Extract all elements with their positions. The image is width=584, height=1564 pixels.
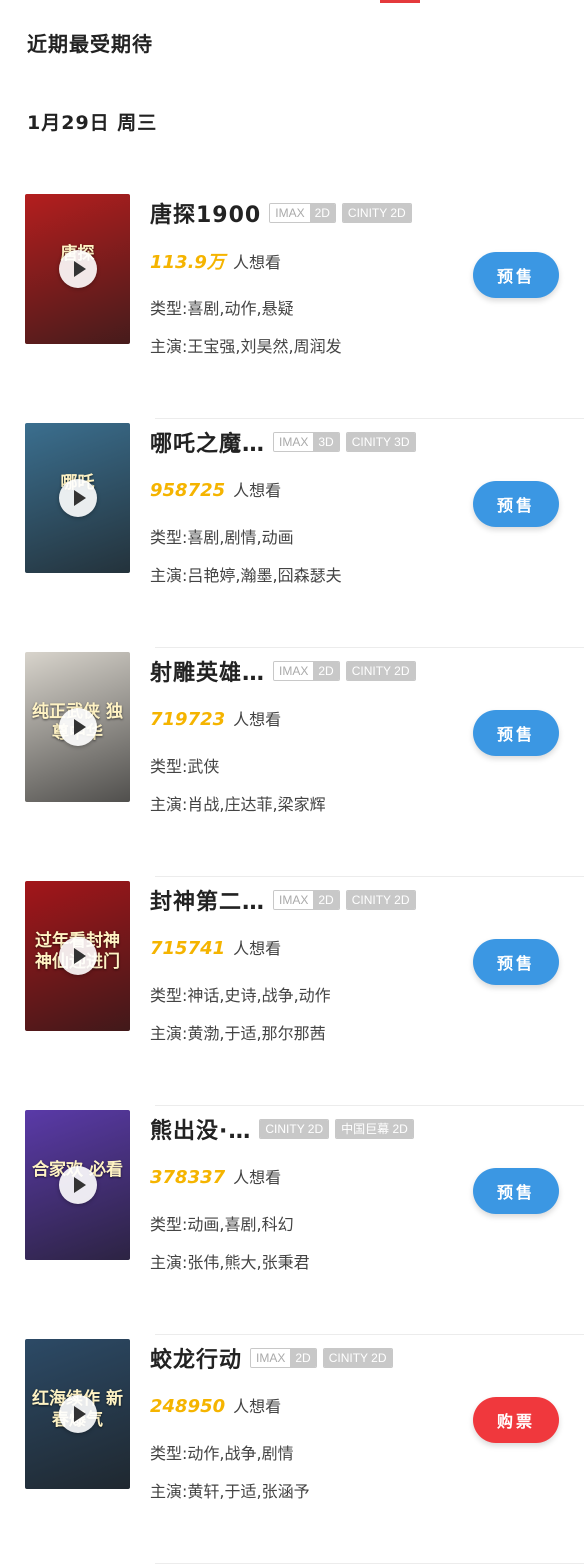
want-count: 958725 xyxy=(150,480,226,501)
format-tag-dimension: 2D xyxy=(290,1349,316,1367)
movie-cast: 主演:王宝强,刘昊然,周润发 xyxy=(150,337,342,356)
format-tag: CINITY 2D xyxy=(322,1348,393,1368)
movie-title[interactable]: 熊出没·… xyxy=(150,1113,251,1145)
format-tag-label: IMAX xyxy=(270,204,310,222)
format-tag: CINITY 2D xyxy=(341,203,412,223)
play-icon[interactable] xyxy=(59,479,97,517)
movie-poster[interactable]: 唐探 xyxy=(25,194,130,344)
movie-item[interactable]: 红海续作 新春爆气蛟龙行动 IMAX2D CINITY 2D 248950 人想看类型:… xyxy=(0,1335,584,1564)
format-tag: CINITY 2D xyxy=(345,661,416,681)
top-tab-indicator xyxy=(380,0,420,3)
want-count: 113.9万 xyxy=(150,252,225,273)
format-tag-label: CINITY 2D xyxy=(342,204,411,222)
play-icon[interactable] xyxy=(59,708,97,746)
movie-poster[interactable]: 红海续作 新春爆气 xyxy=(25,1339,130,1489)
format-tag: IMAX 2D xyxy=(273,890,340,910)
movie-cast: 主演:吕艳婷,瀚墨,囧森瑟夫 xyxy=(150,566,342,585)
want-label: 人想看 xyxy=(233,939,282,958)
movie-genre: 类型:神话,史诗,战争,动作 xyxy=(150,986,331,1005)
movie-cast: 主演:张伟,熊大,张秉君 xyxy=(150,1253,310,1272)
format-tag-label: 中国巨幕 2D xyxy=(336,1120,413,1138)
movie-title-row: 熊出没·… CINITY 2D 中国巨幕 2D xyxy=(150,1114,420,1144)
movie-title[interactable]: 蛟龙行动 xyxy=(150,1342,242,1374)
format-tag-label: IMAX xyxy=(251,1349,291,1367)
want-to-see: 719723 人想看 xyxy=(150,706,281,730)
format-tag-dimension: 3D xyxy=(313,433,339,451)
section-title: 近期最受期待 xyxy=(27,32,153,56)
want-count: 378337 xyxy=(150,1167,226,1188)
buy-ticket-button[interactable]: 购票 xyxy=(473,1397,559,1443)
want-label: 人想看 xyxy=(233,1397,282,1416)
want-to-see: 378337 人想看 xyxy=(150,1164,281,1188)
movie-genre: 类型:武侠 xyxy=(150,757,220,776)
format-tag: IMAX 2D xyxy=(273,661,340,681)
format-tag-dimension: 2D xyxy=(309,204,335,222)
movie-poster[interactable]: 过年看封神 神仙迎进门 xyxy=(25,881,130,1031)
play-icon[interactable] xyxy=(59,1166,97,1204)
format-tag: CINITY 3D xyxy=(345,432,416,452)
movie-title[interactable]: 射雕英雄… xyxy=(150,655,265,687)
want-to-see: 248950 人想看 xyxy=(150,1393,281,1417)
want-count: 715741 xyxy=(150,938,226,959)
movie-title-row: 唐探1900 IMAX 2D CINITY 2D xyxy=(150,198,418,228)
movie-item[interactable]: 哪吒哪吒之魔… IMAX3D CINITY 3D 958725 人想看类型:喜剧,剧情,… xyxy=(0,419,584,648)
format-tag-label: CINITY 2D xyxy=(260,1120,329,1138)
format-tag-dimension: 2D xyxy=(313,891,339,909)
format-tag: CINITY 2D xyxy=(345,890,416,910)
presale-button[interactable]: 预售 xyxy=(473,1168,559,1214)
movie-genre: 类型:喜剧,剧情,动画 xyxy=(150,528,294,547)
format-tag-label: CINITY 2D xyxy=(346,662,415,680)
want-label: 人想看 xyxy=(233,1168,282,1187)
movie-title-row: 射雕英雄… IMAX 2D CINITY 2D xyxy=(150,656,422,686)
want-count: 248950 xyxy=(150,1396,226,1417)
play-icon[interactable] xyxy=(59,250,97,288)
want-to-see: 958725 人想看 xyxy=(150,477,281,501)
presale-button[interactable]: 预售 xyxy=(473,939,559,985)
presale-button[interactable]: 预售 xyxy=(473,481,559,527)
movie-cast: 主演:肖战,庄达菲,梁家辉 xyxy=(150,795,326,814)
want-to-see: 715741 人想看 xyxy=(150,935,281,959)
format-tag: 中国巨幕 2D xyxy=(335,1119,414,1139)
want-count: 719723 xyxy=(150,709,226,730)
format-tag: CINITY 2D xyxy=(259,1119,330,1139)
movie-item[interactable]: 合家欢 必看 熊出没·… CINITY 2D 中国巨幕 2D 378337 人想看类型:动… xyxy=(0,1106,584,1335)
want-label: 人想看 xyxy=(233,710,282,729)
format-tag: IMAX 3D xyxy=(273,432,340,452)
movie-title-row: 蛟龙行动 IMAX 2D CINITY 2D xyxy=(150,1343,399,1373)
format-tag-label: CINITY 2D xyxy=(346,891,415,909)
movie-title[interactable]: 唐探1900 xyxy=(150,197,261,229)
want-label: 人想看 xyxy=(233,481,282,500)
format-tag-label: IMAX xyxy=(274,433,314,451)
format-tag: IMAX 2D xyxy=(250,1348,317,1368)
want-to-see: 113.9万 人想看 xyxy=(150,248,281,274)
date-header: 1月29日 周三 xyxy=(27,112,158,134)
play-icon[interactable] xyxy=(59,937,97,975)
want-label: 人想看 xyxy=(232,253,281,272)
movie-title-row: 封神第二… IMAX 2D CINITY 2D xyxy=(150,885,422,915)
format-tag-label: IMAX xyxy=(274,891,314,909)
format-tag-label: CINITY 3D xyxy=(346,433,415,451)
movie-cast: 主演:黄轩,于适,张涵予 xyxy=(150,1482,310,1501)
movie-genre: 类型:动画,喜剧,科幻 xyxy=(150,1215,294,1234)
movie-poster[interactable]: 纯正武侠 独尊中华 xyxy=(25,652,130,802)
movie-title[interactable]: 封神第二… xyxy=(150,884,265,916)
movie-genre: 类型:动作,战争,剧情 xyxy=(150,1444,294,1463)
movie-item[interactable]: 过年看封神 神仙迎进门封神第二… IMAX2D CINITY 2D 715741 人想看… xyxy=(0,877,584,1106)
movie-item[interactable]: 纯正武侠 独尊中华射雕英雄… IMAX2D CINITY 2D 719723 人想看类型… xyxy=(0,648,584,877)
format-tag: IMAX 2D xyxy=(269,203,336,223)
format-tag-dimension: 2D xyxy=(313,662,339,680)
movie-title[interactable]: 哪吒之魔… xyxy=(150,426,265,458)
movie-title-row: 哪吒之魔… IMAX 3D CINITY 3D xyxy=(150,427,422,457)
movie-poster[interactable]: 合家欢 必看 xyxy=(25,1110,130,1260)
movie-item[interactable]: 唐探唐探1900 IMAX2D CINITY 2D 113.9万人想看类型:喜剧,动作… xyxy=(0,190,584,419)
format-tag-label: CINITY 2D xyxy=(323,1349,392,1367)
movie-list: 唐探唐探1900IMAX2DCINITY 2D113.9万人想看类型:喜剧,动作… xyxy=(0,190,584,1564)
movie-poster[interactable]: 哪吒 xyxy=(25,423,130,573)
movie-genre: 类型:喜剧,动作,悬疑 xyxy=(150,299,294,318)
movie-cast: 主演:黄渤,于适,那尔那茜 xyxy=(150,1024,326,1043)
presale-button[interactable]: 预售 xyxy=(473,710,559,756)
format-tag-label: IMAX xyxy=(274,662,314,680)
play-icon[interactable] xyxy=(59,1395,97,1433)
presale-button[interactable]: 预售 xyxy=(473,252,559,298)
